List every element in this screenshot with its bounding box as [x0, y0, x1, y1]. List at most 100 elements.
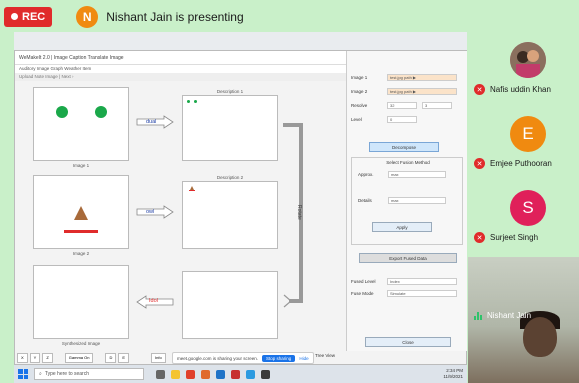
video-participant-name: Nishant Jain — [487, 311, 532, 320]
taskbar-app-icons — [156, 369, 270, 379]
x-button[interactable]: X — [17, 353, 28, 363]
record-dot-icon — [11, 13, 18, 20]
clock-date: 11/9/2021 — [443, 374, 463, 379]
approx-label: Approx. — [358, 172, 374, 177]
export-fused-button[interactable]: Export Fused Data — [359, 253, 457, 263]
stop-sharing-button[interactable]: Stop sharing — [262, 354, 296, 362]
arrow-label-2: owl — [146, 209, 155, 215]
red-mark-shape — [189, 190, 195, 191]
y-button[interactable]: Y — [29, 353, 41, 363]
resolve-a-select[interactable]: 32 — [387, 102, 417, 109]
image-2-panel[interactable] — [33, 175, 129, 249]
description-1-panel[interactable] — [182, 95, 278, 161]
arrow-label-1: dual — [146, 119, 157, 125]
taskbar-search-box[interactable]: ⌕ Type here to search — [34, 368, 144, 380]
screen-share-banner: meet.google.com is sharing your screen. … — [172, 352, 314, 364]
participant-tile[interactable]: E ✕ Emjee Puthooran — [468, 110, 579, 178]
green-circle-shape — [95, 106, 107, 118]
resolve-label: Resolve — [351, 103, 368, 108]
description-3-panel[interactable] — [182, 271, 278, 339]
d-button[interactable]: D — [105, 353, 117, 363]
search-icon: ⌕ — [39, 371, 42, 377]
mic-off-icon: ✕ — [474, 158, 485, 169]
brown-triangle-shape — [74, 206, 88, 220]
participant-initial-avatar: S — [510, 190, 546, 226]
arrow-label-3: Idol — [149, 298, 158, 304]
red-line-shape — [64, 230, 98, 233]
app-icon[interactable] — [201, 369, 210, 379]
participant-name: Surjeet Singh — [490, 233, 539, 242]
fuse-mode-label: Fuse Mode — [351, 291, 374, 296]
app-icon[interactable] — [231, 369, 240, 379]
image1-path-field[interactable]: test.jpg path ▶ — [387, 74, 457, 81]
participant-photo-avatar — [510, 42, 546, 78]
recording-badge: REC — [4, 6, 53, 27]
participant-video-tile[interactable]: Nishant Jain — [468, 257, 579, 383]
fusion-method-group: Select Fusion Method Approx. max Details… — [351, 157, 463, 245]
apply-button[interactable]: Apply — [372, 222, 432, 232]
e-button[interactable]: E — [118, 353, 130, 363]
presenter-avatar: N — [76, 5, 99, 28]
app-window: WeMakeIt 2.0 | Image Caption Translate I… — [14, 50, 467, 365]
right-control-panel: Image 1 test.jpg path ▶ Image 2 test.jpg… — [346, 51, 467, 351]
close-button[interactable]: Close — [365, 337, 451, 347]
details-select[interactable]: max — [388, 197, 446, 204]
synthesized-image-label: Synthesized Image — [61, 341, 101, 346]
green-circle-shape — [56, 106, 68, 118]
meeting-window: REC N Nishant Jain is presenting WeMakeI… — [0, 0, 579, 383]
speaking-indicator-icon — [474, 311, 482, 320]
system-tray-clock[interactable]: 2:34 PM 11/9/2021 — [443, 368, 463, 380]
mic-off-icon: ✕ — [474, 232, 485, 243]
share-banner-text: meet.google.com is sharing your screen. — [177, 355, 259, 361]
brown-mark-shape — [190, 186, 194, 190]
image2-path-label: Image 2 — [351, 89, 368, 94]
windows-taskbar: ⌕ Type here to search 2:34 PM 11/9/2021 — [14, 365, 467, 383]
tree-view-tab[interactable]: Tree View — [315, 353, 335, 358]
participant-tile[interactable]: S ✕ Surjeet Singh — [468, 184, 579, 252]
app-icon[interactable] — [246, 369, 255, 379]
synthesized-image-panel[interactable] — [33, 265, 129, 339]
app-icon[interactable] — [186, 369, 195, 379]
participant-initial-avatar: E — [510, 116, 546, 152]
image2-path-field[interactable]: test.jpg path ▶ — [387, 88, 457, 95]
green-dot-shape — [187, 100, 190, 103]
shared-screen: WeMakeIt 2.0 | Image Caption Translate I… — [14, 32, 467, 383]
description-1-label: Description 1 — [216, 89, 244, 94]
windows-start-icon[interactable] — [18, 369, 28, 379]
decompose-button[interactable]: Decompose — [369, 142, 439, 152]
level-label: Level — [351, 117, 362, 122]
hide-banner-button[interactable]: Hide — [299, 356, 308, 361]
participant-tile[interactable]: ✕ Nafis uddin Khan — [468, 36, 579, 104]
z-button[interactable]: Z — [42, 353, 53, 363]
participants-panel: ✕ Nafis uddin Khan E ✕ Emjee Puthooran S… — [468, 32, 579, 383]
image1-path-label: Image 1 — [351, 75, 368, 80]
app-icon[interactable] — [261, 369, 270, 379]
fuse-mode-select[interactable]: Simulate — [387, 290, 457, 297]
taskbar-search-placeholder: Type here to search — [44, 371, 90, 377]
resolve-b-select[interactable]: 3 — [422, 102, 452, 109]
mic-off-icon: ✕ — [474, 84, 485, 95]
participant-name: Nafis uddin Khan — [490, 85, 551, 94]
level-select[interactable]: 0 — [387, 116, 417, 123]
description-2-panel[interactable] — [182, 181, 278, 249]
gamma-button[interactable]: Gamma On — [64, 353, 94, 363]
fused-level-label: Fused Level — [351, 279, 376, 284]
rotate-label: Rotate — [296, 205, 302, 220]
image-1-panel[interactable] — [33, 87, 129, 161]
approx-select[interactable]: max — [388, 171, 446, 178]
app-icon[interactable] — [216, 369, 225, 379]
image-2-label: Image 2 — [72, 251, 90, 256]
info-button[interactable]: Info — [151, 353, 166, 363]
description-2-label: Description 2 — [216, 175, 244, 180]
participant-name-row: ✕ Emjee Puthooran — [474, 158, 552, 169]
rec-label: REC — [22, 10, 46, 23]
participant-name: Emjee Puthooran — [490, 159, 552, 168]
green-dot-shape — [194, 100, 197, 103]
presenter-status: Nishant Jain is presenting — [106, 9, 244, 24]
participant-name-row: ✕ Nafis uddin Khan — [474, 84, 551, 95]
file-explorer-icon[interactable] — [171, 369, 180, 379]
fusion-method-label: Select Fusion Method — [386, 160, 430, 165]
fused-level-select[interactable]: Index — [387, 278, 457, 285]
task-view-icon[interactable] — [156, 369, 165, 379]
video-person-face — [523, 317, 557, 357]
